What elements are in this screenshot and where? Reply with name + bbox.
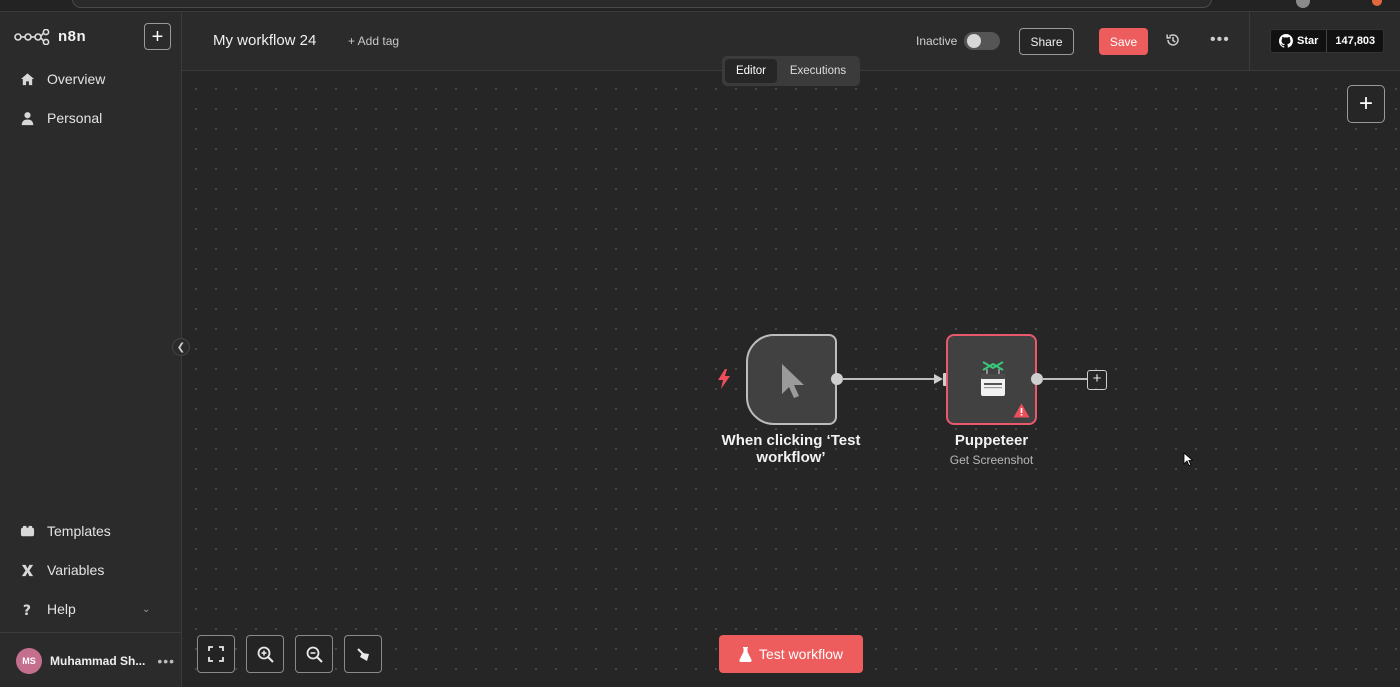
sidebar-item-variables[interactable]: Variables	[20, 562, 104, 578]
chevron-down-icon[interactable]: ⌄	[142, 604, 150, 615]
more-icon[interactable]: •••	[157, 653, 175, 669]
github-star-count: 147,803	[1335, 35, 1376, 47]
n8n-logo[interactable]: n8n	[14, 28, 86, 45]
puppeteer-node[interactable]	[946, 334, 1037, 425]
connection-arrow-icon	[934, 374, 943, 384]
active-toggle[interactable]	[964, 32, 1000, 50]
github-star-label: Star	[1297, 35, 1319, 47]
sidebar-item-help[interactable]: ? Help	[20, 601, 76, 617]
cursor-icon	[782, 364, 804, 398]
zoom-out-button[interactable]	[295, 635, 333, 673]
browser-address-bar[interactable]	[72, 0, 1212, 8]
broom-icon	[356, 647, 369, 661]
workflow-menu-icon[interactable]: •••	[1210, 31, 1230, 49]
svg-text:?: ?	[23, 603, 31, 617]
toggle-knob	[967, 34, 981, 48]
share-button[interactable]: Share	[1019, 28, 1074, 55]
node-label: When clicking ‘Test workflow’	[721, 432, 861, 466]
lightning-bolt-icon	[718, 369, 730, 389]
flask-icon	[739, 646, 752, 662]
add-next-node-button[interactable]: +	[1087, 370, 1107, 390]
zoom-in-icon	[257, 646, 274, 663]
user-icon	[21, 111, 34, 125]
sidebar-item-label: Help	[47, 601, 76, 617]
variables-icon	[21, 564, 34, 576]
sidebar-collapse-button[interactable]: ❮	[172, 338, 190, 356]
github-icon	[1279, 34, 1293, 48]
sidebar-item-personal[interactable]: Personal	[20, 110, 102, 126]
mouse-pointer-icon	[1183, 452, 1193, 466]
zoom-in-button[interactable]	[246, 635, 284, 673]
view-tabs: Editor Executions	[722, 56, 860, 86]
add-tag-button[interactable]: + Add tag	[348, 34, 399, 48]
github-star-button[interactable]: Star 147,803	[1270, 29, 1385, 53]
tab-editor[interactable]: Editor	[725, 59, 777, 83]
warning-icon[interactable]	[1013, 403, 1030, 418]
sidebar-item-label: Templates	[47, 523, 111, 539]
create-new-button[interactable]: +	[144, 23, 171, 50]
templates-icon	[20, 525, 35, 536]
puppeteer-icon	[981, 361, 1005, 396]
sidebar-item-templates[interactable]: Templates	[20, 523, 111, 539]
fit-view-icon	[208, 646, 224, 662]
browser-profile-icon[interactable]	[1296, 0, 1310, 8]
browser-top-strip	[0, 0, 1400, 12]
logo-text: n8n	[58, 28, 87, 45]
history-icon[interactable]	[1165, 32, 1181, 48]
zoom-to-fit-button[interactable]	[197, 635, 235, 673]
sidebar-item-label: Overview	[47, 71, 106, 87]
user-name: Muhammad Sh...	[50, 654, 146, 668]
workflow-title[interactable]: My workflow 24	[213, 32, 316, 49]
output-stub-line	[1042, 378, 1087, 380]
node-subtitle: Get Screenshot	[949, 453, 1034, 467]
zoom-out-icon	[306, 646, 323, 663]
add-node-button[interactable]: +	[1347, 85, 1385, 123]
avatar: MS	[16, 648, 42, 674]
status-label: Inactive	[916, 34, 958, 48]
browser-extension-icon[interactable]	[1372, 0, 1382, 6]
manual-trigger-node[interactable]	[746, 334, 837, 425]
header-divider	[1249, 12, 1250, 71]
sidebar-item-overview[interactable]: Overview	[20, 71, 105, 87]
node-label: Puppeteer	[954, 432, 1029, 449]
tidy-up-button[interactable]	[344, 635, 382, 673]
sidebar-divider	[0, 632, 182, 633]
sidebar: n8n + Overview Personal Templates Variab…	[0, 12, 182, 687]
tab-executions[interactable]: Executions	[779, 59, 857, 83]
connection-line[interactable]	[842, 378, 936, 380]
n8n-logo-icon	[14, 28, 50, 45]
sidebar-item-label: Variables	[47, 562, 105, 578]
test-workflow-button[interactable]: Test workflow	[719, 635, 863, 673]
save-button[interactable]: Save	[1099, 28, 1148, 55]
sidebar-item-label: Personal	[47, 110, 103, 126]
github-star-left: Star	[1271, 30, 1328, 52]
help-icon: ?	[23, 603, 31, 617]
user-menu[interactable]: MS Muhammad Sh... •••	[16, 648, 175, 674]
home-icon	[20, 72, 35, 85]
test-workflow-label: Test workflow	[758, 646, 844, 662]
